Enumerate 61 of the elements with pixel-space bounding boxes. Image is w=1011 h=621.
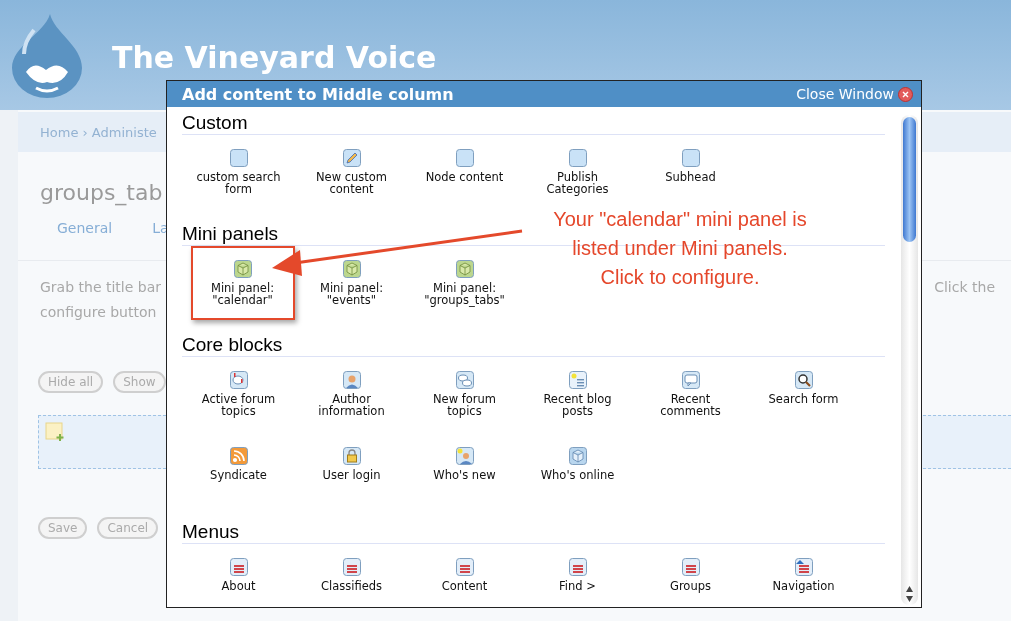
instruction-text: Grab the title bar [40, 278, 161, 297]
lock-icon [342, 447, 361, 465]
scrollbar[interactable] [901, 115, 918, 605]
block-icon [455, 149, 474, 167]
scroll-up-icon[interactable] [905, 585, 914, 593]
block-item[interactable]: Find > [525, 544, 630, 607]
home-list-icon [794, 558, 813, 576]
list-icon [568, 558, 587, 576]
block-item[interactable]: New custom content [299, 135, 404, 209]
scroll-thumb[interactable] [903, 117, 916, 242]
rss-icon [229, 447, 248, 465]
modal-title: Add content to Middle column [182, 84, 454, 104]
search-icon [794, 371, 813, 389]
scroll-down-icon[interactable] [905, 595, 914, 603]
section-heading: Core blocks [182, 333, 885, 357]
cube-icon [233, 260, 252, 278]
section-heading: Menus [182, 520, 885, 544]
block-item[interactable]: Mini panel: "groups_tabs" [412, 246, 517, 320]
document-icon [568, 371, 587, 389]
list-icon [342, 558, 361, 576]
block-item[interactable]: Active forum topics [186, 357, 291, 431]
person-icon [342, 371, 361, 389]
block-item[interactable]: Search form [751, 357, 856, 431]
list-icon [455, 558, 474, 576]
block-item[interactable]: Publish Categories [525, 135, 630, 209]
cube-icon [342, 260, 361, 278]
list-icon [229, 558, 248, 576]
comment-icon [681, 371, 700, 389]
block-item[interactable]: Who's new [412, 433, 517, 507]
page-title: groups_tab [40, 179, 163, 208]
list-icon [681, 558, 700, 576]
chat-alert-icon [229, 371, 248, 389]
block-item[interactable]: About [186, 544, 291, 607]
chat-bubbles-icon [455, 371, 474, 389]
block-item[interactable]: Node content [412, 135, 517, 209]
close-icon [898, 86, 913, 102]
block-item[interactable]: Syndicate [186, 433, 291, 507]
block-icon [681, 149, 700, 167]
block-item[interactable]: Mini panel: "events" [299, 246, 404, 320]
block-item[interactable]: Recent blog posts [525, 357, 630, 431]
block-item[interactable]: Recent comments [638, 357, 743, 431]
block-item[interactable]: custom search form [186, 135, 291, 209]
block-item[interactable]: User login [299, 433, 404, 507]
add-block-icon [45, 422, 65, 442]
section-heading: Custom [182, 111, 885, 135]
box-icon [568, 447, 587, 465]
block-item[interactable]: Subhead [638, 135, 743, 209]
pencil-icon [342, 149, 361, 167]
block-item[interactable]: Who's online [525, 433, 630, 507]
block-item[interactable]: Classifieds [299, 544, 404, 607]
block-icon [568, 149, 587, 167]
block-item[interactable]: Navigation [751, 544, 856, 607]
block-item[interactable]: Author information [299, 357, 404, 431]
site-title: The Vineyard Voice [112, 41, 437, 75]
instruction-text: configure button [40, 303, 158, 322]
block-icon [229, 149, 248, 167]
block-item[interactable]: New forum topics [412, 357, 517, 431]
block-item[interactable]: Groups [638, 544, 743, 607]
cube-icon [455, 260, 474, 278]
block-item[interactable]: Content [412, 544, 517, 607]
instruction-text: Click the [934, 278, 995, 297]
